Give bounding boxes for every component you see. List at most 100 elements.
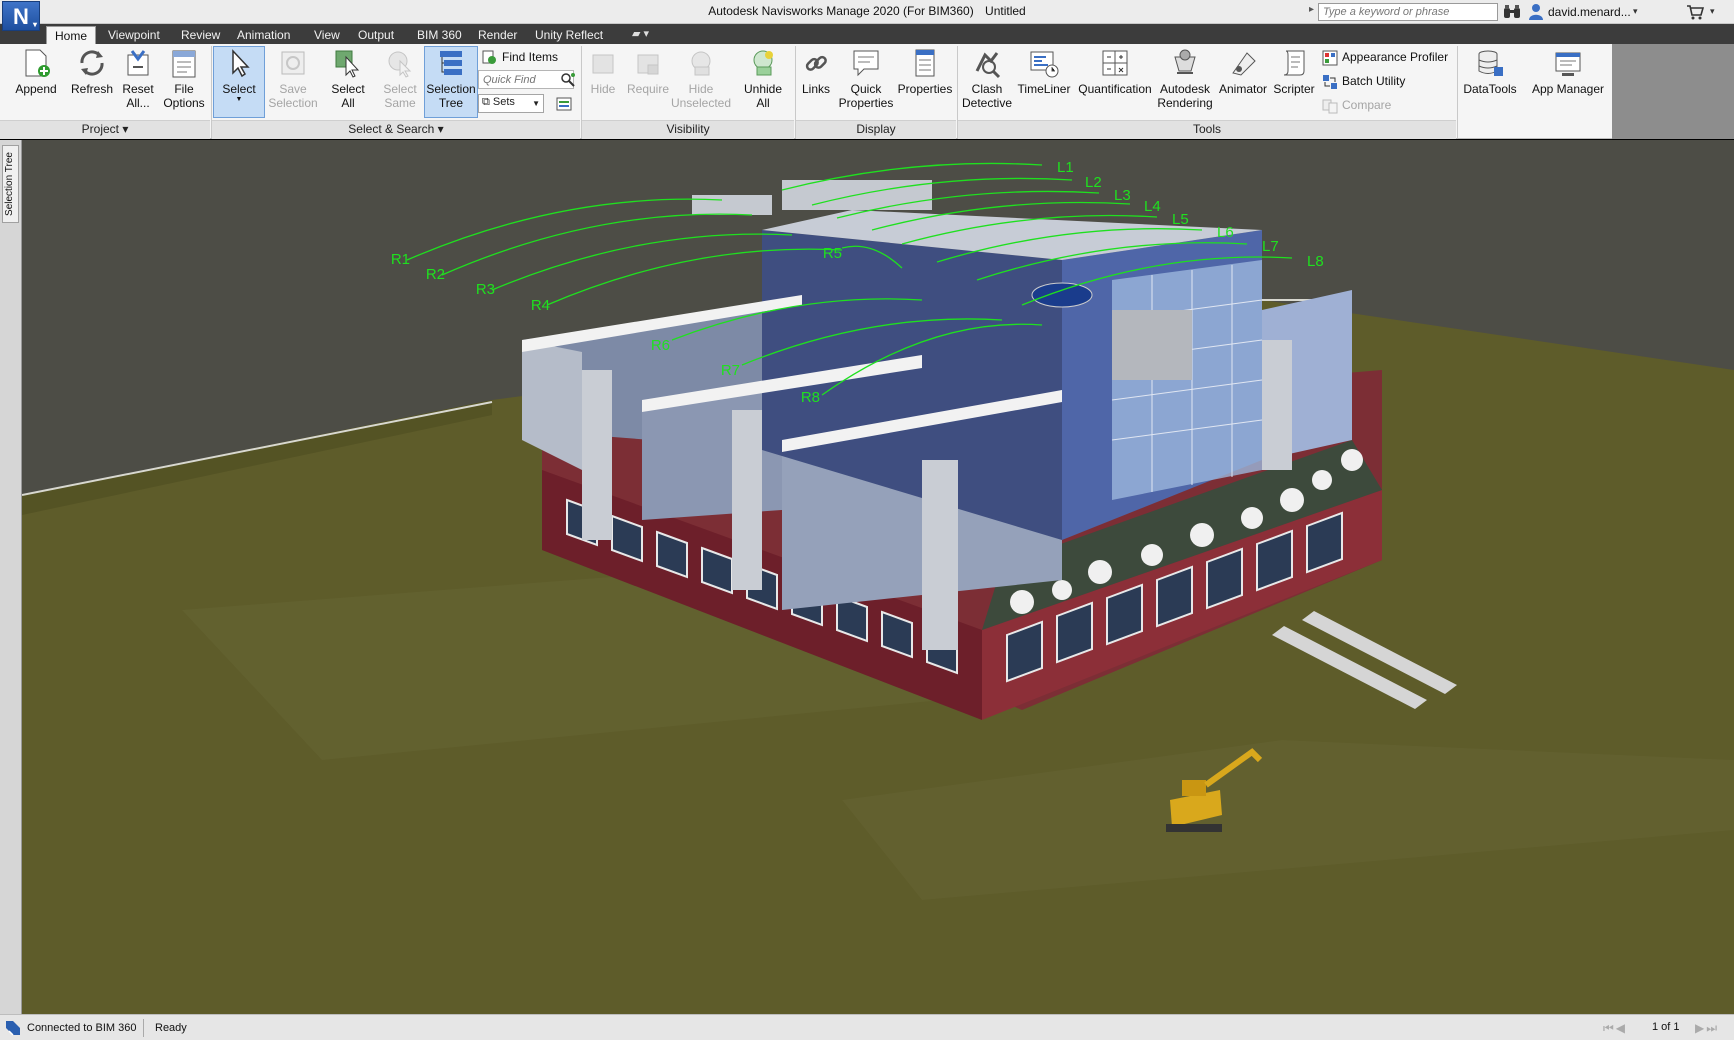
refresh-button[interactable]: Refresh (66, 47, 118, 96)
quick-properties-icon (853, 50, 879, 77)
tab-viewpoint[interactable]: Viewpoint (100, 26, 168, 44)
hide-unselected-button[interactable]: Hide Unselected (670, 47, 732, 110)
3d-viewport[interactable]: L1 L2 L3 L4 L5 L6 L7 L8 R1 R2 R3 R4 R5 R6 R7 R8 (22, 140, 1734, 1014)
quick-find-search-icon[interactable] (560, 72, 576, 88)
bim360-icon[interactable] (4, 1019, 22, 1037)
select-all-label-2: All (341, 96, 355, 110)
save-selection-icon (281, 51, 305, 75)
quantification-label: Quantification (1078, 82, 1152, 96)
append-icon (25, 49, 50, 77)
ready-status: Ready (155, 1022, 187, 1034)
select-search-panel-footer[interactable]: Select & Search ▾ (212, 120, 580, 139)
appearance-profiler-button[interactable]: Appearance Profiler (1322, 47, 1448, 67)
next-sheet-icon[interactable]: ▶⏭ (1695, 1021, 1719, 1036)
unhide-all-label-2: All (756, 96, 770, 110)
scripter-label: Scripter (1273, 82, 1315, 96)
datatools-label: DataTools (1463, 82, 1517, 96)
scene-canvas: L1 L2 L3 L4 L5 L6 L7 L8 R1 R2 R3 R4 R5 R6 R7 R8 (22, 140, 1734, 1014)
callout-left-label: L2 (1085, 174, 1102, 191)
selection-tree-icon (440, 51, 462, 75)
file-options-label-1: File (174, 82, 194, 96)
reset-label-2: All... (126, 96, 150, 110)
previous-sheet-icon[interactable]: ⏮◀ (1603, 1021, 1627, 1036)
tab-home[interactable]: Home (46, 26, 97, 44)
hide-label: Hide (590, 82, 616, 96)
callout-right-label: R8 (801, 389, 820, 406)
tab-animation[interactable]: Animation (229, 26, 298, 44)
require-button[interactable]: Require (624, 47, 672, 96)
chevron-down-icon[interactable]: ▾ (1633, 6, 1638, 17)
callout-right-label: R7 (721, 362, 740, 379)
file-options-label-2: Options (163, 96, 205, 110)
select-button[interactable]: Select ▼ (213, 46, 265, 118)
batch-utility-button[interactable]: Batch Utility (1322, 71, 1405, 91)
append-label: Append (15, 82, 57, 96)
sets-dropdown[interactable]: ⧉ Sets ▼ (478, 94, 544, 113)
select-same-button[interactable]: Select Same (376, 47, 424, 110)
appearance-profiler-label: Appearance Profiler (1342, 50, 1449, 64)
animator-button[interactable]: Animator (1216, 47, 1270, 96)
rooftop-equipment (692, 195, 772, 215)
status-bar: Connected to BIM 360 Ready ⏮◀ 1 of 1 ▶⏭ (0, 1014, 1734, 1040)
callout-left-label: L1 (1057, 159, 1074, 176)
clash-detective-label-1: Clash (971, 82, 1003, 96)
chevron-down-icon: ▾ (32, 20, 37, 29)
file-options-button[interactable]: File Options (160, 47, 208, 110)
properties-button[interactable]: Properties (896, 47, 954, 96)
display-panel-footer: Display (796, 120, 956, 139)
select-label: Select (222, 82, 256, 96)
application-menu-button[interactable]: N ▾ (2, 1, 40, 31)
quantification-button[interactable]: Quantification (1074, 47, 1156, 96)
autodesk-rendering-button[interactable]: Autodesk Rendering (1156, 47, 1214, 110)
tab-output[interactable]: Output (350, 26, 402, 44)
tab-render[interactable]: Render (470, 26, 525, 44)
selection-tree-label-2: Tree (438, 96, 464, 110)
keyword-search-input[interactable] (1318, 3, 1498, 21)
select-all-label-1: Select (331, 82, 365, 96)
quick-properties-button[interactable]: Quick Properties (838, 47, 894, 110)
cart-icon[interactable] (1686, 4, 1704, 20)
select-all-button[interactable]: Select All (324, 47, 372, 110)
save-selection-label-1: Save (279, 82, 307, 96)
app-manager-button[interactable]: App Manager (1528, 47, 1608, 96)
unhide-all-label-1: Unhide (743, 82, 783, 96)
save-selection-button[interactable]: Save Selection (266, 47, 320, 110)
timeliner-label: TimeLiner (1017, 82, 1071, 96)
unhide-all-button[interactable]: Unhide All (738, 47, 788, 110)
scripter-button[interactable]: Scripter (1270, 47, 1318, 96)
tab-view[interactable]: View (306, 26, 348, 44)
links-button[interactable]: Links (798, 47, 834, 96)
project-panel-footer[interactable]: Project ▾ (0, 120, 210, 139)
append-button[interactable]: Append (10, 47, 62, 96)
tab-unity-reflect[interactable]: Unity Reflect (527, 26, 611, 44)
selection-tree-side-tab[interactable]: Selection Tree (2, 145, 19, 223)
app-manager-icon (1555, 52, 1581, 76)
camera-icon[interactable]: ▰ ▾ (632, 27, 649, 40)
refresh-label: Refresh (70, 82, 114, 96)
hide-unselected-label-1: Hide (688, 82, 714, 96)
binoculars-icon[interactable] (1503, 3, 1521, 21)
find-items-button[interactable]: Find Items (482, 47, 558, 67)
clash-detective-button[interactable]: Clash Detective (960, 47, 1014, 110)
callout-right-label: R4 (531, 297, 550, 314)
user-name[interactable]: david.menard... (1548, 5, 1631, 19)
search-expand-icon[interactable]: ▸ (1309, 4, 1314, 15)
timeliner-button[interactable]: TimeLiner (1016, 47, 1072, 96)
callout-right-label: R2 (426, 266, 445, 283)
selection-tree-button[interactable]: Selection Tree (424, 46, 478, 118)
callout-left-label: L7 (1262, 238, 1279, 255)
tools-panel-footer: Tools (958, 120, 1456, 139)
sets-label: Sets (492, 96, 515, 108)
manage-sets-icon[interactable] (556, 96, 572, 112)
reset-all-button[interactable]: Reset All... (118, 47, 158, 110)
select-all-icon (335, 50, 360, 78)
tab-bim360[interactable]: BIM 360 (409, 26, 470, 44)
appearance-profiler-icon (1322, 50, 1338, 66)
hide-button[interactable]: Hide (585, 47, 621, 96)
clash-detective-icon (975, 52, 1001, 79)
chevron-down-icon[interactable]: ▾ (1710, 6, 1715, 17)
user-icon[interactable] (1528, 3, 1544, 21)
tab-review[interactable]: Review (173, 26, 228, 44)
compare-button[interactable]: Compare (1322, 95, 1391, 115)
datatools-button[interactable]: DataTools (1460, 47, 1520, 96)
